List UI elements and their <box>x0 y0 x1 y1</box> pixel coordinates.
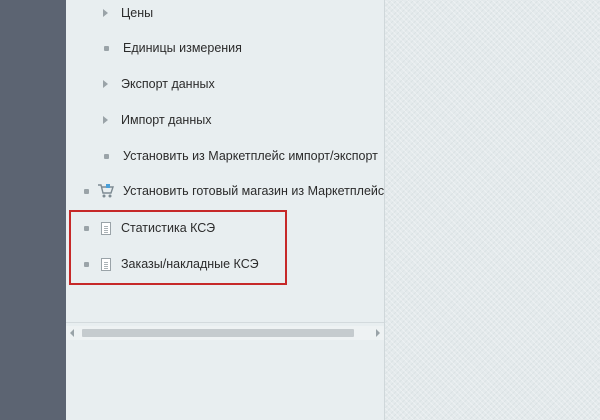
content-background <box>385 0 600 420</box>
panel-divider <box>66 322 384 323</box>
menu-panel <box>66 0 385 420</box>
menu-item-export[interactable]: Экспорт данных <box>103 74 215 94</box>
bullet-icon <box>104 153 109 159</box>
menu-item-install-shop[interactable]: Установить готовый магазин из Маркетплей… <box>84 181 384 201</box>
document-icon <box>101 221 111 235</box>
menu-item-kse-stats[interactable]: Статистика КСЭ <box>84 218 215 238</box>
scroll-right-icon[interactable] <box>376 329 380 337</box>
menu-item-label: Экспорт данных <box>121 77 215 91</box>
left-navigation-strip <box>0 0 66 420</box>
shopping-cart-icon <box>98 184 114 198</box>
menu-item-import[interactable]: Импорт данных <box>103 110 211 130</box>
bullet-icon <box>84 188 89 194</box>
bullet-icon <box>84 225 89 231</box>
bullet-icon <box>104 45 109 51</box>
menu-item-label: Установить из Маркетплейс импорт/экспорт <box>123 149 378 163</box>
scroll-left-icon[interactable] <box>70 329 74 337</box>
expand-arrow-icon[interactable] <box>103 116 108 124</box>
scrollbar-thumb[interactable] <box>82 329 354 337</box>
menu-item-label: Заказы/накладные КСЭ <box>121 257 259 271</box>
menu-item-label: Установить готовый магазин из Маркетплей… <box>123 184 385 198</box>
expand-arrow-icon[interactable] <box>103 9 108 17</box>
menu-item-marketplace-import-export[interactable]: Установить из Маркетплейс импорт/экспорт <box>104 146 378 166</box>
menu-item-label: Статистика КСЭ <box>121 221 216 235</box>
menu-item-label: Импорт данных <box>121 113 212 127</box>
menu-item-label: Цены <box>121 6 154 20</box>
menu-item-units[interactable]: Единицы измерения <box>104 38 242 58</box>
menu-item-label: Единицы измерения <box>123 41 242 55</box>
menu-item-kse-orders[interactable]: Заказы/накладные КСЭ <box>84 254 259 274</box>
horizontal-scrollbar[interactable] <box>66 326 384 340</box>
menu-item-prices[interactable]: Цены <box>103 3 153 23</box>
expand-arrow-icon[interactable] <box>103 80 108 88</box>
bullet-icon <box>84 261 89 267</box>
document-icon <box>101 257 111 271</box>
